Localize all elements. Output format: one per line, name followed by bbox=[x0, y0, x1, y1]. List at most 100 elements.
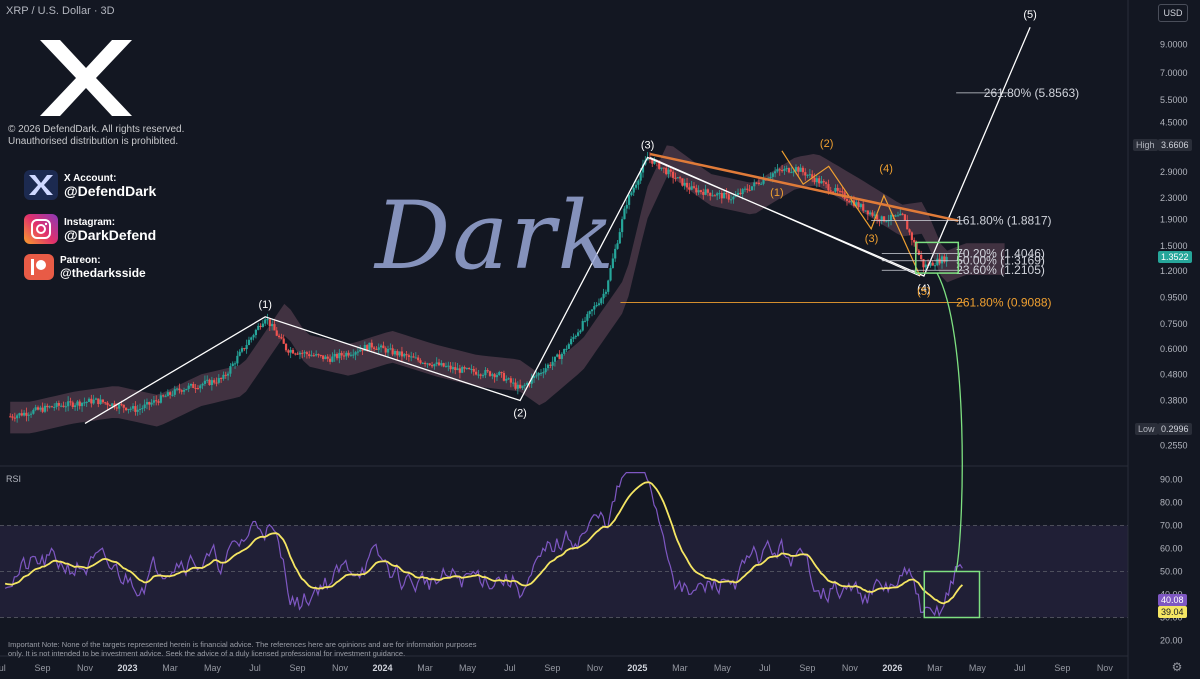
elliott-wave-label: (3) bbox=[641, 139, 654, 151]
candle-body bbox=[558, 354, 561, 359]
candle-body bbox=[600, 298, 603, 304]
candle-body bbox=[180, 390, 183, 392]
candle-body bbox=[454, 367, 457, 371]
candle-body bbox=[122, 404, 125, 408]
candle-body bbox=[479, 374, 482, 376]
candle-body bbox=[23, 412, 26, 416]
candle-body bbox=[688, 187, 691, 190]
candle-body bbox=[331, 356, 334, 362]
candle-body bbox=[118, 404, 121, 409]
candle-body bbox=[407, 355, 410, 357]
candle-body bbox=[465, 367, 468, 369]
candle-body bbox=[27, 414, 30, 416]
candle-body bbox=[41, 407, 44, 412]
social-instagram-handle[interactable]: @DarkDefend bbox=[64, 228, 156, 242]
candle-body bbox=[502, 373, 506, 381]
candle-body bbox=[931, 262, 934, 266]
candle-body bbox=[667, 169, 670, 175]
time-tick-label: May bbox=[969, 663, 987, 673]
candle-body bbox=[62, 405, 65, 407]
candle-body bbox=[382, 345, 385, 349]
candle-body bbox=[289, 349, 292, 353]
time-tick-label: Nov bbox=[842, 663, 859, 673]
candle-body bbox=[208, 379, 211, 386]
candle-body bbox=[718, 193, 721, 195]
candle-body bbox=[475, 371, 478, 375]
candle-body bbox=[76, 401, 79, 406]
candle-body bbox=[417, 357, 420, 361]
candle-body bbox=[783, 168, 786, 171]
elliott-wave-label: (5) bbox=[1023, 9, 1036, 21]
candle-body bbox=[375, 348, 378, 350]
candle-body bbox=[419, 360, 422, 363]
candle-body bbox=[349, 354, 353, 356]
social-x[interactable]: X Account: @DefendDark bbox=[24, 170, 156, 200]
time-tick-label: Sep bbox=[289, 663, 305, 673]
candle-body bbox=[74, 405, 77, 407]
time-tick-label: Sep bbox=[1054, 663, 1070, 673]
candle-body bbox=[637, 180, 640, 185]
candle-body bbox=[505, 378, 508, 381]
candle-body bbox=[889, 214, 893, 221]
candle-body bbox=[243, 348, 246, 350]
candle-body bbox=[674, 177, 677, 179]
candle-body bbox=[69, 401, 72, 403]
candle-body bbox=[389, 348, 392, 350]
price-tick-label: 1.2000 bbox=[1160, 266, 1188, 276]
candle-body bbox=[386, 349, 390, 353]
candle-body bbox=[368, 342, 371, 351]
candle-body bbox=[391, 348, 394, 355]
time-tick-label: 2025 bbox=[627, 663, 647, 673]
candle-body bbox=[194, 387, 197, 389]
social-patreon[interactable]: Patreon: @thedarksside bbox=[24, 252, 146, 282]
social-x-handle[interactable]: @DefendDark bbox=[64, 184, 156, 198]
candle-body bbox=[199, 385, 202, 389]
candle-body bbox=[217, 378, 220, 383]
candle-body bbox=[403, 354, 406, 357]
candle-body bbox=[275, 330, 278, 336]
chart-canvas[interactable]: 9.0000 7.0000 5.5000 4.5000 2.9000 2.3000 1.90… bbox=[0, 0, 1200, 679]
rsi-tick-label: 70.00 bbox=[1160, 521, 1183, 531]
price-tick-label: 0.7500 bbox=[1160, 319, 1188, 329]
candle-body bbox=[590, 309, 594, 312]
candle-body bbox=[53, 406, 56, 408]
candle-body bbox=[625, 204, 628, 209]
candle-body bbox=[245, 344, 248, 350]
candle-body bbox=[173, 389, 176, 395]
chart-title: XRP / U.S. Dollar · 3D bbox=[6, 5, 115, 17]
settings-gear-icon[interactable]: ⚙ bbox=[1170, 660, 1184, 674]
candle-body bbox=[127, 409, 130, 411]
candle-body bbox=[338, 352, 341, 359]
candle-body bbox=[410, 356, 413, 358]
social-patreon-handle[interactable]: @thedarksside bbox=[60, 267, 146, 280]
candle-body bbox=[447, 365, 450, 367]
candle-body bbox=[901, 213, 904, 215]
candle-body bbox=[421, 362, 424, 364]
candle-body bbox=[720, 193, 723, 199]
candle-body bbox=[509, 378, 512, 383]
candle-body bbox=[201, 383, 204, 386]
candle-body bbox=[231, 363, 234, 367]
candle-body bbox=[189, 383, 193, 386]
high-value: 3.6606 bbox=[1158, 139, 1192, 151]
candle-body bbox=[544, 368, 547, 373]
time-tick-label: Mar bbox=[927, 663, 943, 673]
candle-body bbox=[771, 173, 774, 177]
candle-body bbox=[468, 367, 471, 370]
candle-body bbox=[259, 325, 262, 328]
currency-button[interactable]: USD bbox=[1158, 4, 1188, 22]
candle-body bbox=[579, 330, 582, 333]
price-tick-label: 4.5000 bbox=[1160, 118, 1188, 128]
fib-level-label: 261.80% (0.9088) bbox=[956, 295, 1051, 309]
candle-body bbox=[129, 408, 132, 410]
candle-body bbox=[317, 354, 320, 356]
social-instagram[interactable]: Instagram: @DarkDefend bbox=[24, 214, 156, 244]
candle-body bbox=[470, 368, 473, 370]
candle-body bbox=[426, 363, 429, 365]
candle-body bbox=[310, 355, 313, 357]
candle-body bbox=[458, 368, 461, 373]
candle-body bbox=[43, 405, 47, 412]
high-label: High bbox=[1133, 139, 1158, 151]
candle-body bbox=[500, 372, 503, 374]
candle-body bbox=[586, 314, 589, 321]
